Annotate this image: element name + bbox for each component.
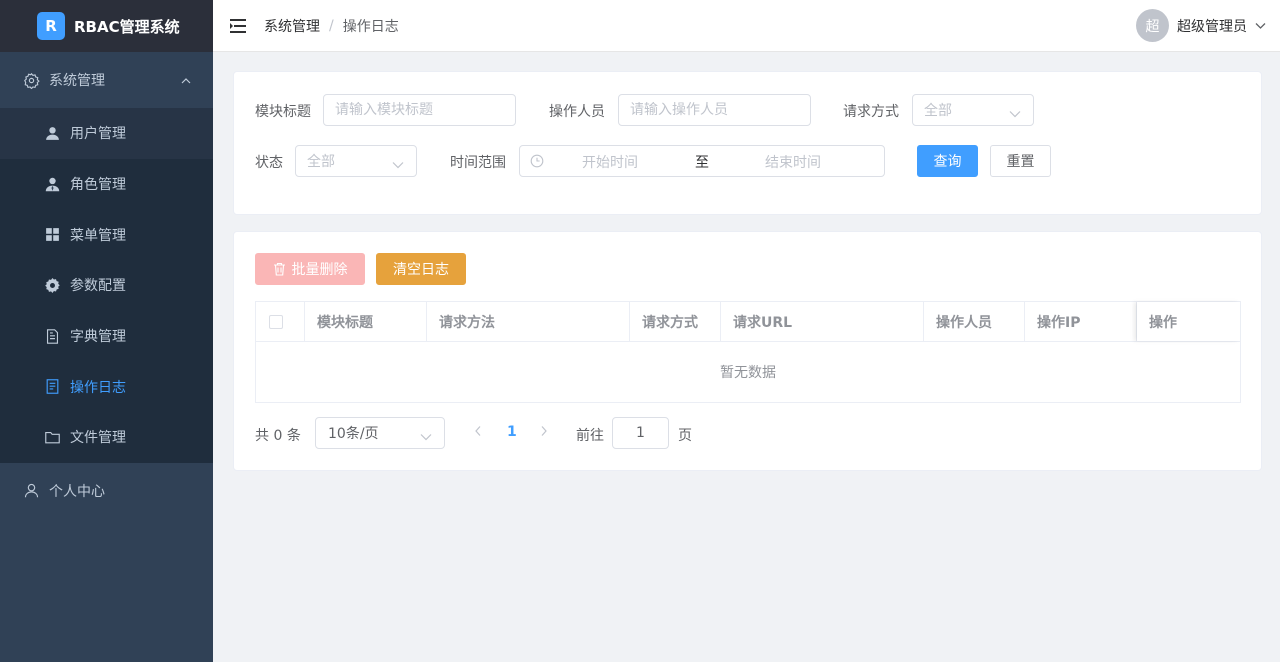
grid-icon <box>44 226 61 243</box>
empty-state: 暂无数据 <box>720 365 776 381</box>
status-label: 状态 <box>255 155 283 171</box>
sidebar-item-label: 字典管理 <box>70 329 126 346</box>
sidebar-item-label: 参数配置 <box>70 278 126 295</box>
select-all-checkbox[interactable] <box>269 314 283 329</box>
sidebar-item-label: 菜单管理 <box>70 227 126 244</box>
column-header[interactable]: 操作IP <box>1025 302 1137 341</box>
trash-icon <box>273 262 286 276</box>
column-header[interactable]: 操作人员 <box>924 302 1025 341</box>
sidebar-item-label: 操作日志 <box>70 379 126 396</box>
sidebar-item-roles[interactable]: 角色管理 <box>0 159 213 210</box>
sidebar-item-users[interactable]: 用户管理 <box>0 108 213 159</box>
gear-filled-icon <box>44 277 61 294</box>
sidebar-item-personal-center[interactable]: 个人中心 <box>0 463 213 519</box>
status-select[interactable]: 全部 <box>295 145 417 177</box>
sidebar-item-operation-log[interactable]: 操作日志 <box>0 361 213 412</box>
start-time-placeholder[interactable]: 开始时间 <box>582 152 638 172</box>
operator-label: 操作人员 <box>549 104 605 120</box>
total-suffix: 条 <box>286 428 301 444</box>
folder-icon <box>44 429 61 446</box>
sidebar-item-label: 文件管理 <box>70 430 126 447</box>
clock-icon <box>530 154 544 172</box>
breadcrumb-separator: / <box>329 17 334 34</box>
next-page-icon[interactable] <box>540 425 548 441</box>
chevron-up-icon <box>181 74 191 90</box>
sidebar-item-label: 角色管理 <box>70 177 126 194</box>
operator-input[interactable] <box>618 94 811 126</box>
sidebar-item-label: 用户管理 <box>70 126 126 143</box>
person-outline-icon <box>23 482 40 499</box>
table-header: 模块标题 请求方法 请求方式 请求URL 操作人员 操作IP 操作 <box>256 302 1240 342</box>
user-menu[interactable]: 超 超级管理员 <box>1136 9 1266 42</box>
reset-button[interactable]: 重置 <box>990 145 1051 177</box>
time-range-picker[interactable]: 开始时间 至 结束时间 <box>519 145 885 177</box>
top-header: 系统管理 / 操作日志 超 超级管理员 <box>213 0 1280 52</box>
request-method-value: 全部 <box>924 103 952 119</box>
pagination-total: 共 0 条 <box>255 425 301 445</box>
request-method-label: 请求方式 <box>843 104 899 120</box>
page-number-current[interactable]: 1 <box>507 424 517 440</box>
log-icon <box>44 378 61 395</box>
status-value: 全部 <box>307 154 335 170</box>
sidebar-item-files[interactable]: 文件管理 <box>0 412 213 463</box>
page-size-value: 10条/页 <box>328 426 379 442</box>
operation-log-table: 模块标题 请求方法 请求方式 请求URL 操作人员 操作IP 操作 暂无数据 <box>255 301 1241 403</box>
request-method-select[interactable]: 全部 <box>912 94 1034 126</box>
breadcrumb: 系统管理 / 操作日志 <box>264 16 399 36</box>
goto-suffix: 页 <box>678 428 692 444</box>
username: 超级管理员 <box>1177 18 1247 35</box>
sidebar-group-label: 系统管理 <box>49 73 105 89</box>
sidebar-item-config[interactable]: 参数配置 <box>0 260 213 311</box>
column-header[interactable]: 操作 <box>1137 302 1240 341</box>
role-icon <box>44 176 61 193</box>
chevron-down-icon <box>1009 106 1021 122</box>
total-count: 0 <box>273 428 283 444</box>
chevron-down-icon <box>1255 18 1266 34</box>
module-title-label: 模块标题 <box>255 104 311 120</box>
menu-toggle-icon[interactable] <box>230 17 247 34</box>
page-size-select[interactable]: 10条/页 <box>315 417 445 449</box>
chevron-down-icon <box>392 157 404 173</box>
clear-log-button[interactable]: 清空日志 <box>376 253 466 285</box>
column-header[interactable]: 请求URL <box>721 302 924 341</box>
breadcrumb-current: 操作日志 <box>342 18 399 35</box>
time-range-label: 时间范围 <box>450 155 506 171</box>
operator-field[interactable] <box>630 102 810 118</box>
select-all-cell <box>256 302 305 341</box>
search-form-card: 模块标题 操作人员 请求方式 全部 状态 全部 时间范围 开始时间 至 结束时间… <box>233 71 1262 215</box>
module-title-field[interactable] <box>335 102 515 118</box>
module-title-input[interactable] <box>323 94 516 126</box>
sidebar-group-system[interactable]: 系统管理 <box>0 52 213 108</box>
range-separator: 至 <box>695 155 709 171</box>
breadcrumb-item[interactable]: 系统管理 <box>264 16 320 36</box>
document-icon <box>44 328 61 345</box>
column-header[interactable]: 请求方式 <box>630 302 721 341</box>
sidebar-item-label: 个人中心 <box>49 483 105 500</box>
goto-prefix: 前往 <box>576 428 604 444</box>
batch-delete-button[interactable]: 批量删除 <box>255 253 365 285</box>
avatar: 超 <box>1136 9 1169 42</box>
gear-icon <box>23 72 40 89</box>
column-header[interactable]: 请求方法 <box>427 302 630 341</box>
total-prefix: 共 <box>255 428 269 444</box>
sidebar-item-dict[interactable]: 字典管理 <box>0 311 213 362</box>
logo-badge: R <box>37 12 65 40</box>
table-card: 批量删除 清空日志 模块标题 请求方法 请求方式 请求URL 操作人员 操作IP… <box>233 231 1262 471</box>
chevron-down-icon <box>420 429 432 445</box>
sidebar: R RBAC管理系统 系统管理 用户管理 角色管理 菜单管理 参数配置 字典管理… <box>0 0 213 662</box>
goto-page-input[interactable]: 1 <box>612 417 669 449</box>
logo[interactable]: R RBAC管理系统 <box>0 0 213 52</box>
column-header[interactable]: 模块标题 <box>305 302 427 341</box>
batch-delete-label: 批量删除 <box>291 262 348 278</box>
sidebar-item-menus[interactable]: 菜单管理 <box>0 209 213 260</box>
query-button[interactable]: 查询 <box>917 145 978 177</box>
submenu-system: 用户管理 角色管理 菜单管理 参数配置 字典管理 操作日志 文件管理 <box>0 108 213 463</box>
prev-page-icon[interactable] <box>474 425 482 441</box>
app-title: RBAC管理系统 <box>74 17 180 36</box>
end-time-placeholder[interactable]: 结束时间 <box>765 152 821 172</box>
user-icon <box>44 125 61 142</box>
